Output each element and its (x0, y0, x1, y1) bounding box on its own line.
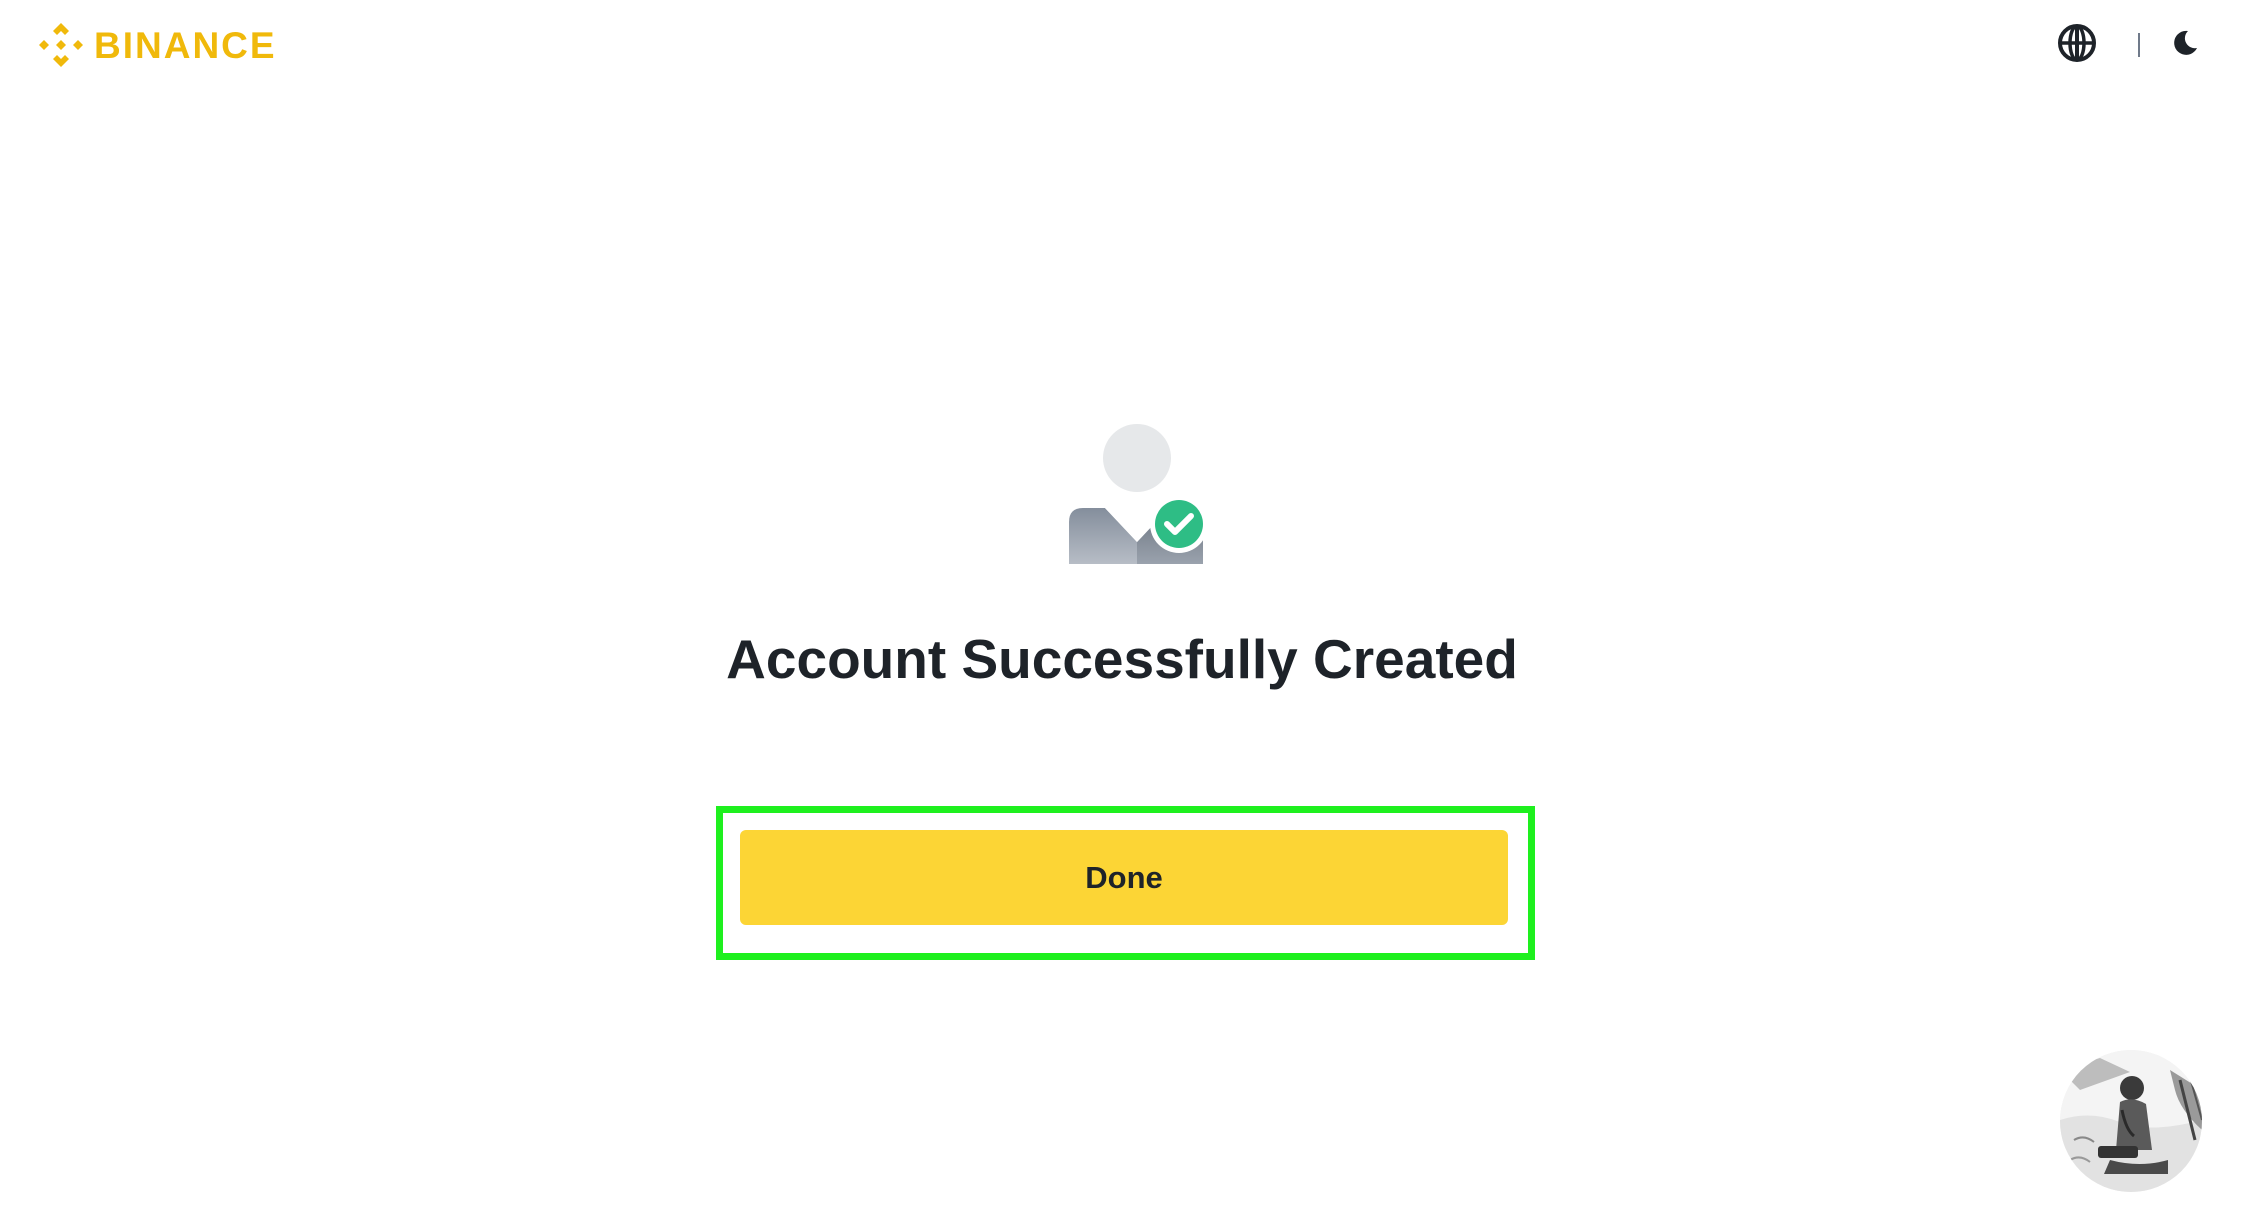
page-title: Account Successfully Created (726, 628, 1518, 690)
theme-toggle-button[interactable] (2162, 22, 2208, 68)
user-check-icon (1061, 422, 1211, 564)
binance-diamond-icon (36, 20, 86, 70)
brand-name: BINANCE (94, 24, 277, 66)
page: BINANCE Account Successfully Created Don… (0, 0, 2244, 1228)
header-divider (2138, 33, 2140, 57)
header-controls (2054, 22, 2208, 68)
done-button[interactable]: Done (740, 830, 1508, 925)
moon-icon (2170, 28, 2200, 63)
support-avatar-image[interactable] (2060, 1050, 2202, 1192)
binance-logo[interactable]: BINANCE (36, 20, 277, 70)
globe-icon (2057, 23, 2097, 68)
language-button[interactable] (2054, 22, 2100, 68)
